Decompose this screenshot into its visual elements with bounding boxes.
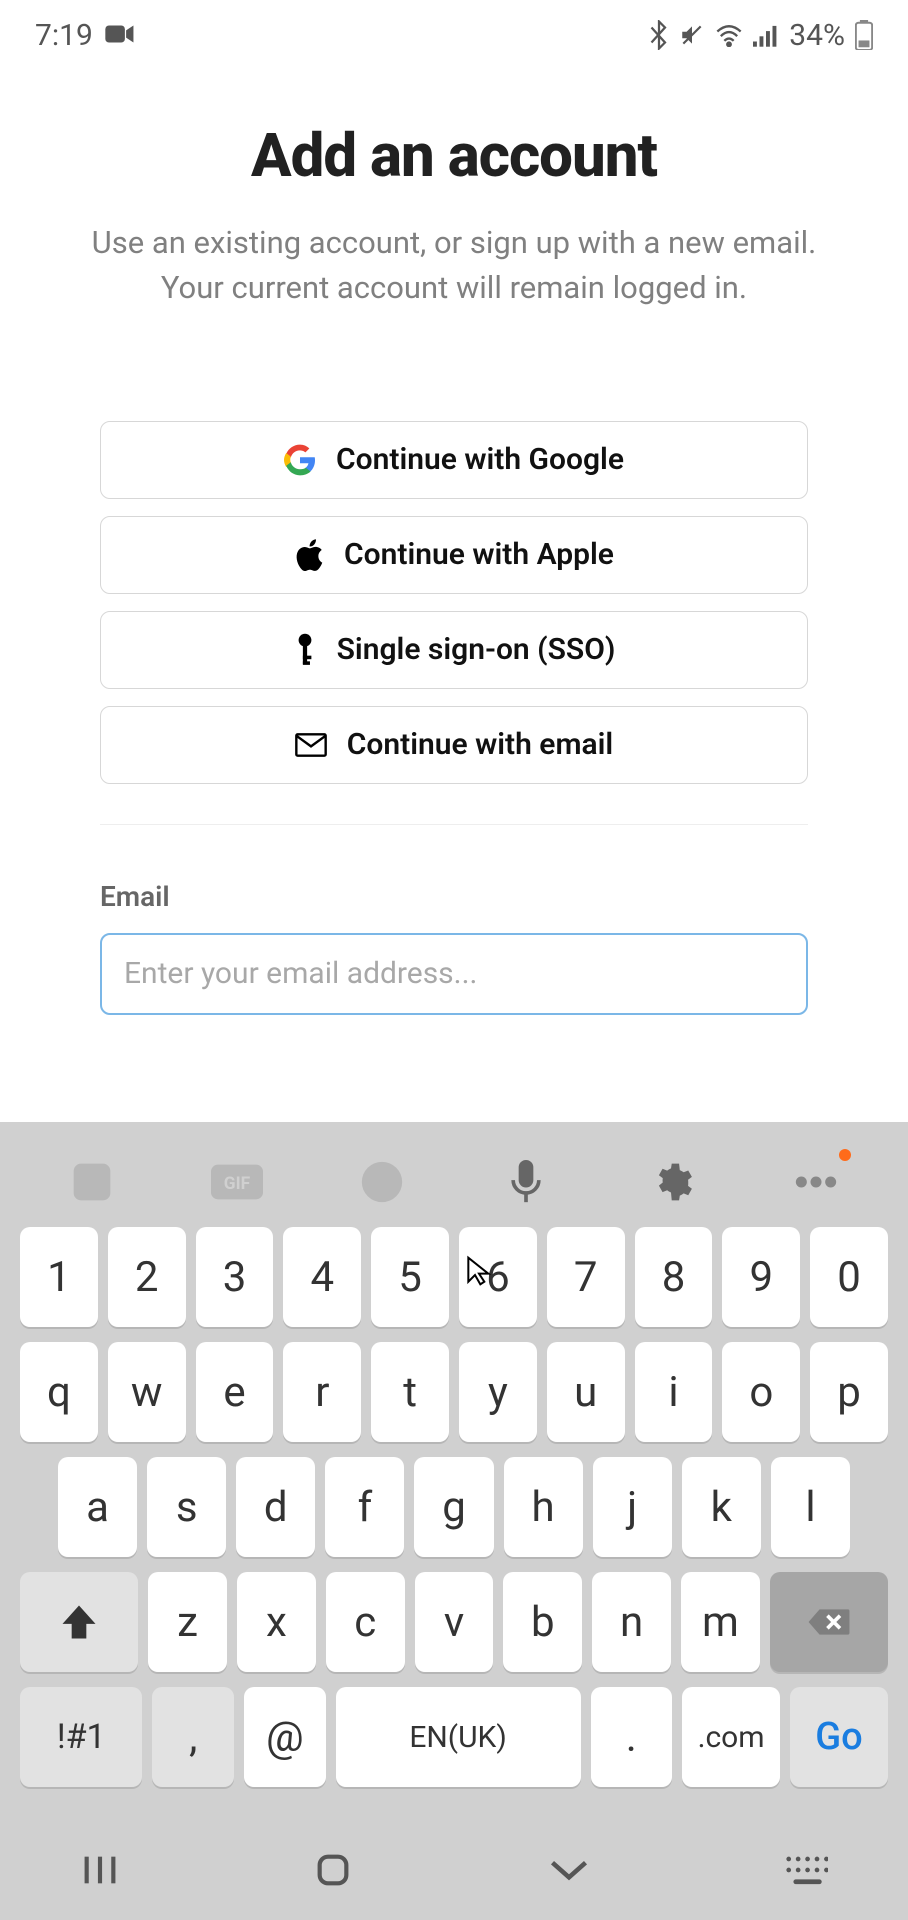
space-key[interactable]: EN(UK) (336, 1687, 581, 1787)
video-icon (105, 18, 135, 53)
gif-icon[interactable]: GIF (207, 1152, 267, 1212)
go-key[interactable]: Go (790, 1687, 888, 1787)
comma-key[interactable]: , (152, 1687, 234, 1787)
keyboard-row-bottom: !#1 , @ EN(UK) . .com Go (20, 1687, 888, 1787)
key-i[interactable]: i (635, 1342, 713, 1442)
auth-button-label: Continue with email (347, 727, 613, 762)
key-s[interactable]: s (147, 1457, 226, 1557)
key-9[interactable]: 9 (722, 1227, 800, 1327)
symbols-key[interactable]: !#1 (20, 1687, 142, 1787)
settings-icon[interactable] (641, 1152, 701, 1212)
key-l[interactable]: l (771, 1457, 850, 1557)
apple-icon (294, 538, 324, 572)
key-0[interactable]: 0 (810, 1227, 888, 1327)
key-4[interactable]: 4 (283, 1227, 361, 1327)
key-x[interactable]: x (237, 1572, 316, 1672)
key-e[interactable]: e (196, 1342, 274, 1442)
key-p[interactable]: p (810, 1342, 888, 1442)
keyboard-row-qwerty: qwertyuiop (20, 1342, 888, 1442)
at-key[interactable]: @ (244, 1687, 326, 1787)
key-r[interactable]: r (283, 1342, 361, 1442)
key-z[interactable]: z (148, 1572, 227, 1672)
key-5[interactable]: 5 (371, 1227, 449, 1327)
key-h[interactable]: h (504, 1457, 583, 1557)
email-icon (295, 733, 327, 757)
keyboard-row-zxcv: zxcvbnm (20, 1572, 888, 1672)
key-n[interactable]: n (592, 1572, 671, 1672)
single-sign-on-button[interactable]: Single sign-on (SSO) (100, 611, 808, 689)
key-w[interactable]: w (108, 1342, 186, 1442)
auth-button-label: Continue with Google (336, 442, 624, 477)
keyboard-switch-button[interactable] (784, 1854, 828, 1886)
key-d[interactable]: d (236, 1457, 315, 1557)
keyboard-row-numbers: 1234567890 (20, 1227, 888, 1327)
home-button[interactable] (313, 1850, 353, 1890)
key-o[interactable]: o (722, 1342, 800, 1442)
navigation-bar (0, 1820, 908, 1920)
more-icon[interactable] (786, 1152, 846, 1212)
keyboard-row-asdf: asdfghjkl (20, 1457, 888, 1557)
key-u[interactable]: u (547, 1342, 625, 1442)
wifi-icon (715, 23, 743, 47)
key-6[interactable]: 6 (459, 1227, 537, 1327)
continue-google-button[interactable]: Continue with Google (100, 421, 808, 499)
signal-icon (753, 23, 779, 47)
key-v[interactable]: v (415, 1572, 494, 1672)
on-screen-keyboard: GIF 1234567890 qwertyuiop asdfghjkl zxcv… (0, 1122, 908, 1920)
shift-key[interactable] (20, 1572, 138, 1672)
auth-button-label: Single sign-on (SSO) (337, 632, 616, 667)
bluetooth-icon (649, 20, 669, 50)
sticker-icon[interactable] (62, 1152, 122, 1212)
google-icon (284, 444, 316, 476)
recents-button[interactable] (80, 1850, 120, 1890)
divider (100, 824, 808, 825)
status-bar: 7:19 34% (0, 0, 908, 70)
key-q[interactable]: q (20, 1342, 98, 1442)
key-c[interactable]: c (326, 1572, 405, 1672)
key-a[interactable]: a (58, 1457, 137, 1557)
email-input[interactable] (100, 933, 808, 1015)
continue-apple-button[interactable]: Continue with Apple (100, 516, 808, 594)
key-3[interactable]: 3 (196, 1227, 274, 1327)
battery-text: 34% (789, 18, 845, 53)
key-1[interactable]: 1 (20, 1227, 98, 1327)
mute-icon (679, 22, 705, 48)
period-key[interactable]: . (591, 1687, 673, 1787)
key-k[interactable]: k (682, 1457, 761, 1557)
key-icon (293, 633, 317, 667)
key-8[interactable]: 8 (635, 1227, 713, 1327)
dotcom-key[interactable]: .com (682, 1687, 780, 1787)
key-7[interactable]: 7 (547, 1227, 625, 1327)
key-2[interactable]: 2 (108, 1227, 186, 1327)
backspace-key[interactable] (770, 1572, 888, 1672)
key-t[interactable]: t (371, 1342, 449, 1442)
auth-button-label: Continue with Apple (344, 537, 614, 572)
key-b[interactable]: b (503, 1572, 582, 1672)
key-f[interactable]: f (325, 1457, 404, 1557)
emoji-icon[interactable] (352, 1152, 412, 1212)
clock-text: 7:19 (35, 18, 93, 53)
back-button[interactable] (547, 1855, 591, 1885)
page-subtitle: Use an existing account, or sign up with… (40, 221, 868, 311)
key-g[interactable]: g (414, 1457, 493, 1557)
page-title: Add an account (40, 120, 868, 191)
email-label: Email (100, 880, 808, 913)
key-y[interactable]: y (459, 1342, 537, 1442)
key-j[interactable]: j (593, 1457, 672, 1557)
key-m[interactable]: m (681, 1572, 760, 1672)
battery-icon (855, 20, 873, 50)
svg-text:GIF: GIF (224, 1174, 251, 1194)
mic-icon[interactable] (496, 1152, 556, 1212)
continue-email-button[interactable]: Continue with email (100, 706, 808, 784)
